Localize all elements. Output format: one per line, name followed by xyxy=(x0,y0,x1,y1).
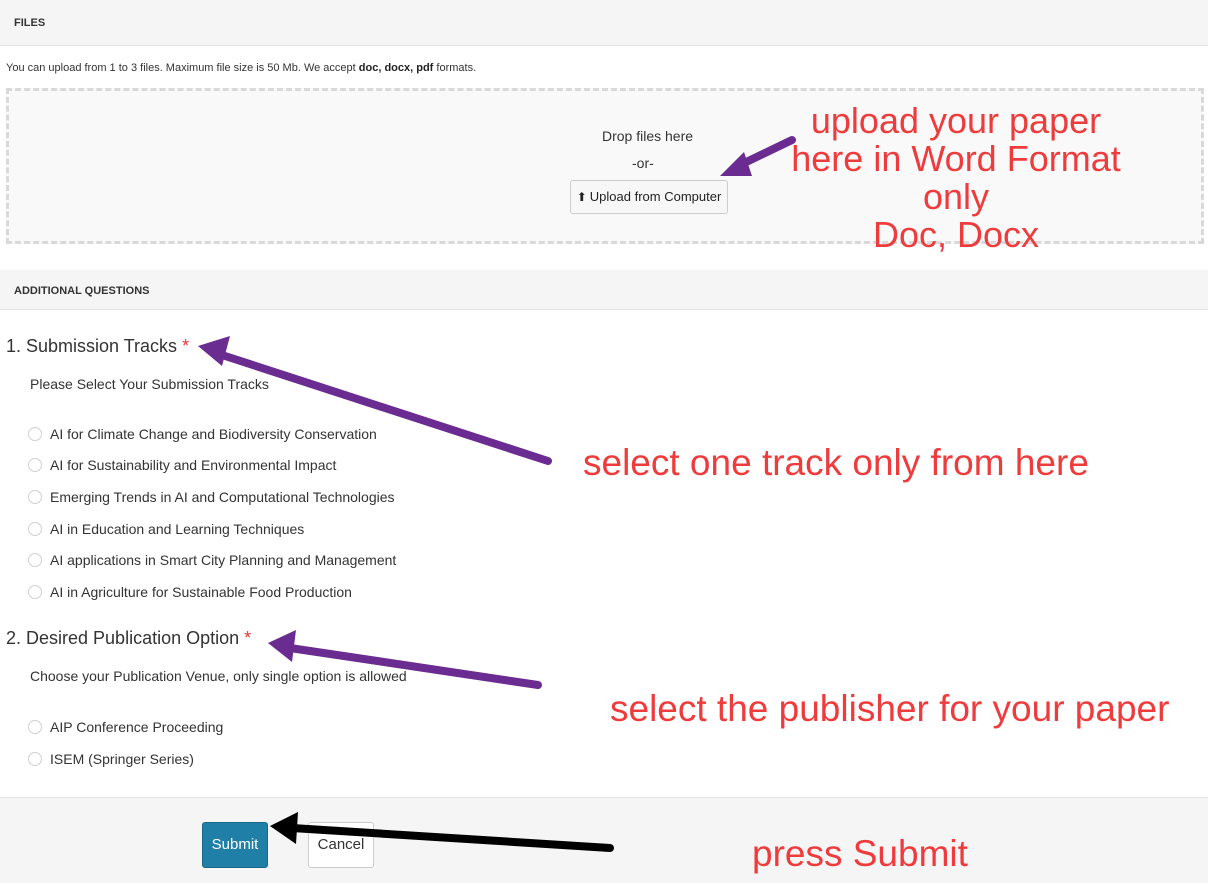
radio-option[interactable]: AI for Climate Change and Biodiversity C… xyxy=(28,425,377,443)
files-info-prefix: You can upload from 1 to 3 files. Maximu… xyxy=(6,62,359,74)
annotation-line: Doc, Docx xyxy=(872,214,1040,255)
radio-label: Emerging Trends in AI and Computational … xyxy=(50,489,395,505)
radio-option[interactable]: AI in Agriculture for Sustainable Food P… xyxy=(28,583,352,601)
radio-button[interactable] xyxy=(28,752,42,766)
radio-option[interactable]: AI applications in Smart City Planning a… xyxy=(28,551,396,569)
question-title-publication-option: 2. Desired Publication Option * xyxy=(6,628,251,649)
annotation-upload: upload your paper here in Word Format on… xyxy=(780,102,1132,254)
radio-button[interactable] xyxy=(28,458,42,472)
radio-label: AI for Sustainability and Environmental … xyxy=(50,457,337,473)
annotation-track: select one track only from here xyxy=(583,442,1089,483)
question-description: Please Select Your Submission Tracks xyxy=(30,376,269,392)
circle-arrow-up-icon: ⬆ xyxy=(576,190,587,204)
radio-option[interactable]: AI for Sustainability and Environmental … xyxy=(28,456,336,474)
annotation-publisher: select the publisher for your paper xyxy=(610,688,1170,729)
radio-button[interactable] xyxy=(28,553,42,567)
question-title-submission-tracks: 1. Submission Tracks * xyxy=(6,336,189,357)
upload-from-computer-button[interactable]: ⬆ Upload from Computer xyxy=(570,180,728,214)
radio-label: ISEM (Springer Series) xyxy=(50,751,194,767)
drop-files-text: Drop files here xyxy=(602,128,694,144)
files-info-suffix: formats. xyxy=(433,62,477,74)
radio-button[interactable] xyxy=(28,427,42,441)
radio-option[interactable]: ISEM (Springer Series) xyxy=(28,750,194,768)
files-info-formats: doc, docx, pdf xyxy=(358,62,434,74)
additional-questions-header: ADDITIONAL QUESTIONS xyxy=(0,270,1208,310)
radio-label: AI in Education and Learning Techniques xyxy=(50,521,305,537)
annotation-line: here in Word Format xyxy=(791,138,1121,179)
form-footer xyxy=(0,797,1208,883)
annotation-line: only xyxy=(922,176,990,217)
required-mark: * xyxy=(182,336,190,356)
cancel-button[interactable]: Cancel xyxy=(308,822,374,868)
radio-option[interactable]: AIP Conference Proceeding xyxy=(28,718,223,736)
question-description: Choose your Publication Venue, only sing… xyxy=(30,668,407,684)
arrow-track-shaft xyxy=(218,351,552,465)
radio-label: AI for Climate Change and Biodiversity C… xyxy=(50,426,377,442)
radio-label: AIP Conference Proceeding xyxy=(50,719,224,735)
radio-button[interactable] xyxy=(28,585,42,599)
question-title-text: 1. Submission Tracks xyxy=(6,336,178,356)
arrow-publisher-head xyxy=(268,630,296,662)
drop-or-text: -or- xyxy=(632,155,654,171)
radio-label: AI applications in Smart City Planning a… xyxy=(50,552,397,568)
radio-option[interactable]: AI in Education and Learning Techniques xyxy=(28,520,304,538)
radio-button[interactable] xyxy=(28,490,42,504)
files-info-text: You can upload from 1 to 3 files. Maximu… xyxy=(6,62,476,74)
annotation-submit: press Submit xyxy=(752,833,968,874)
upload-button-label: Upload from Computer xyxy=(589,189,722,204)
files-section-header: FILES xyxy=(0,0,1208,46)
question-title-text: 2. Desired Publication Option xyxy=(6,628,240,648)
radio-button[interactable] xyxy=(28,720,42,734)
radio-label: AI in Agriculture for Sustainable Food P… xyxy=(50,584,352,600)
radio-button[interactable] xyxy=(28,522,42,536)
annotation-line: upload your paper xyxy=(810,100,1102,141)
required-mark: * xyxy=(244,628,252,648)
radio-option[interactable]: Emerging Trends in AI and Computational … xyxy=(28,488,395,506)
arrow-track-head xyxy=(198,336,230,366)
submit-button[interactable]: Submit xyxy=(202,822,268,868)
